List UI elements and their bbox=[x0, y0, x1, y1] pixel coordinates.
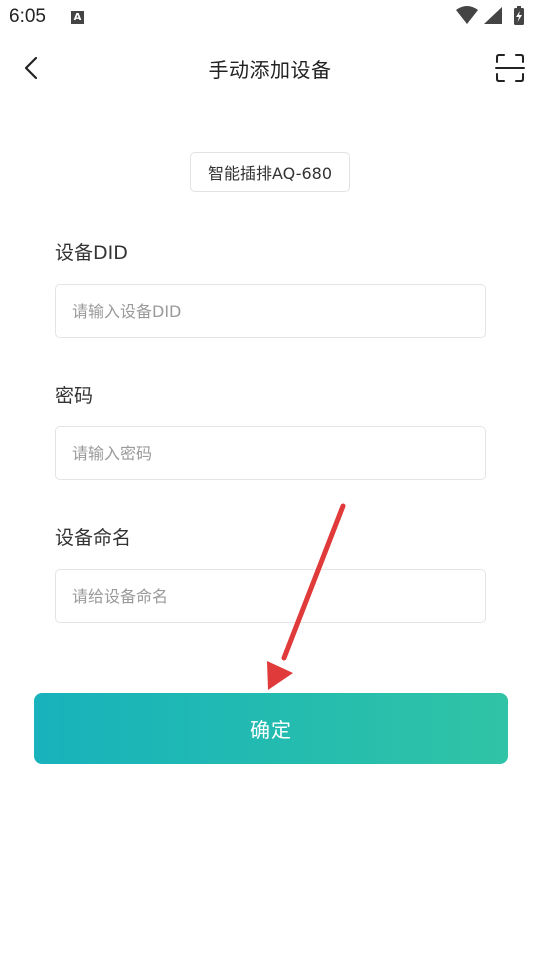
status-time: 6:05 bbox=[9, 6, 46, 27]
battery-charging-icon bbox=[514, 6, 524, 25]
did-label: 设备DID bbox=[55, 242, 128, 264]
signal-icon bbox=[484, 7, 502, 24]
page-title: 手动添加设备 bbox=[208, 58, 332, 82]
password-input[interactable] bbox=[55, 426, 486, 480]
status-icons bbox=[456, 6, 524, 25]
scan-icon bbox=[495, 54, 525, 82]
device-model-tag: 智能插排AQ-680 bbox=[190, 152, 350, 192]
scan-button[interactable] bbox=[494, 52, 526, 84]
password-label: 密码 bbox=[55, 385, 94, 407]
did-input[interactable] bbox=[55, 284, 486, 338]
status-bar: 6:05 A bbox=[0, 0, 540, 36]
device-name-input[interactable] bbox=[55, 569, 486, 623]
notification-a-icon: A bbox=[71, 11, 84, 24]
header: 手动添加设备 bbox=[0, 40, 540, 96]
confirm-button[interactable]: 确定 bbox=[34, 693, 508, 764]
wifi-icon bbox=[456, 6, 478, 24]
device-name-label: 设备命名 bbox=[55, 527, 132, 549]
